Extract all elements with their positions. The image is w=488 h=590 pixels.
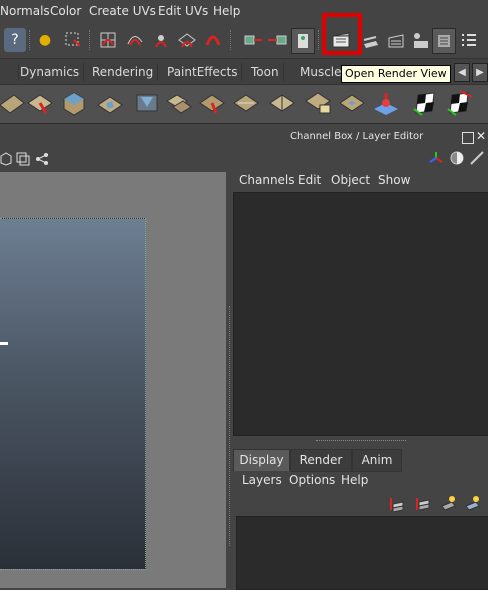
menu-options[interactable]: Options [289, 473, 335, 487]
uv-plane-icon[interactable] [0, 89, 28, 117]
snap-view-plane-icon[interactable] [176, 28, 198, 52]
connections-icon[interactable] [35, 152, 49, 166]
attribute-editor-toggle-icon[interactable] [458, 28, 480, 52]
uv-sew-icon[interactable] [232, 89, 260, 117]
menu-color[interactable]: Color [50, 4, 81, 18]
menu-bar: Normals Color Create UVs Edit UVs Help [0, 0, 488, 22]
tooltip: Open Render View [341, 65, 451, 83]
restore-icon[interactable] [462, 132, 474, 144]
shelf-tab-painteffects[interactable]: PaintEffects [163, 63, 243, 81]
uv-pyramid-icon[interactable] [133, 89, 161, 117]
toolbar-separator [89, 30, 92, 50]
new-layer-icon[interactable] [413, 496, 431, 512]
snap-point-icon[interactable] [150, 28, 172, 52]
new-layer-empty-icon[interactable] [463, 494, 481, 512]
menu-channels[interactable]: Channels [239, 173, 295, 187]
uv-sphere-icon[interactable] [372, 89, 400, 117]
chevron-left-icon[interactable]: ◀ [454, 63, 470, 82]
shelf [0, 84, 488, 124]
layer-editor-tabs: Display Render Anim [233, 449, 488, 472]
channel-box-area[interactable] [233, 192, 488, 436]
tab-display[interactable]: Display [233, 449, 290, 471]
input-connections-icon[interactable] [243, 28, 265, 52]
toolbar-separator [318, 30, 321, 50]
manipulator-mark [0, 342, 8, 345]
uv-checker-icon[interactable] [198, 89, 226, 117]
menu-layers[interactable]: Layers [242, 473, 282, 487]
toolbar-separator [29, 30, 32, 50]
menu-show[interactable]: Show [378, 173, 410, 187]
uv-texture-image [0, 218, 146, 570]
snap-grid-icon[interactable] [97, 28, 119, 52]
channel-box-header: Channel Box / Layer Editor ✕ [233, 126, 488, 146]
uv-shell-icon[interactable] [338, 89, 366, 117]
lock-icon[interactable]: ● [34, 28, 56, 52]
layer-list-area[interactable] [236, 516, 488, 590]
render-current-frame-icon[interactable] [360, 28, 382, 52]
shading-icon[interactable] [449, 150, 465, 166]
highlight-box [322, 13, 362, 55]
menu-help[interactable]: Help [213, 4, 240, 18]
select-by-component-icon[interactable] [62, 28, 84, 52]
new-layer-selected-icon[interactable] [387, 496, 405, 512]
menu-normals[interactable]: Normals [0, 4, 50, 18]
snap-curve-icon[interactable] [124, 28, 146, 52]
uv-move-icon[interactable] [304, 89, 332, 117]
shelf-tab-toon[interactable]: Toon [247, 63, 284, 81]
new-layer-star-icon[interactable] [439, 494, 457, 512]
axis-icon[interactable] [428, 150, 444, 166]
uv-layout-icon[interactable] [165, 89, 193, 117]
close-icon[interactable]: ✕ [476, 129, 486, 143]
construction-history-icon[interactable] [291, 28, 315, 54]
help-icon[interactable]: ? [4, 28, 26, 52]
channel-box-toggle-icon[interactable] [432, 28, 456, 54]
menu-edit-uvs[interactable]: Edit UVs [158, 4, 208, 18]
shelf-tab-dynamics[interactable]: Dynamics [16, 63, 85, 81]
chevron-right-icon[interactable]: ▶ [472, 63, 488, 82]
checker-map-icon[interactable] [412, 89, 440, 117]
shelf-tab-muscle[interactable]: Muscle [296, 63, 347, 81]
status-line: ? ● [0, 22, 488, 58]
uv-flip-icon[interactable] [268, 89, 296, 117]
menu-create-uvs[interactable]: Create UVs [89, 4, 156, 18]
pick-tool-icon[interactable] [469, 150, 485, 166]
output-connections-icon[interactable] [266, 28, 288, 52]
checker-map-alt-icon[interactable] [446, 89, 474, 117]
uv-select-icon[interactable] [26, 89, 54, 117]
wireframe-icon[interactable] [16, 152, 30, 166]
menu-object[interactable]: Object [331, 173, 370, 187]
menu-edit[interactable]: Edit [298, 173, 321, 187]
tab-anim[interactable]: Anim [352, 449, 402, 472]
tab-render[interactable]: Render [290, 449, 352, 472]
pane-divider[interactable] [316, 440, 406, 442]
panel-resizer[interactable] [226, 126, 233, 588]
uv-normalize-icon[interactable] [96, 89, 124, 117]
shelf-tab-rendering[interactable]: Rendering [88, 63, 159, 81]
cube-icon[interactable] [0, 152, 12, 166]
toolbar-separator [230, 30, 233, 50]
uv-cube-icon[interactable] [60, 89, 88, 117]
channel-box-title: Channel Box / Layer Editor [290, 131, 424, 142]
render-settings-icon[interactable] [410, 28, 432, 52]
menu-layer-help[interactable]: Help [341, 473, 368, 487]
ipr-render-icon[interactable] [385, 28, 407, 52]
viewport-toolbar [0, 147, 228, 173]
make-live-icon[interactable] [202, 28, 224, 52]
